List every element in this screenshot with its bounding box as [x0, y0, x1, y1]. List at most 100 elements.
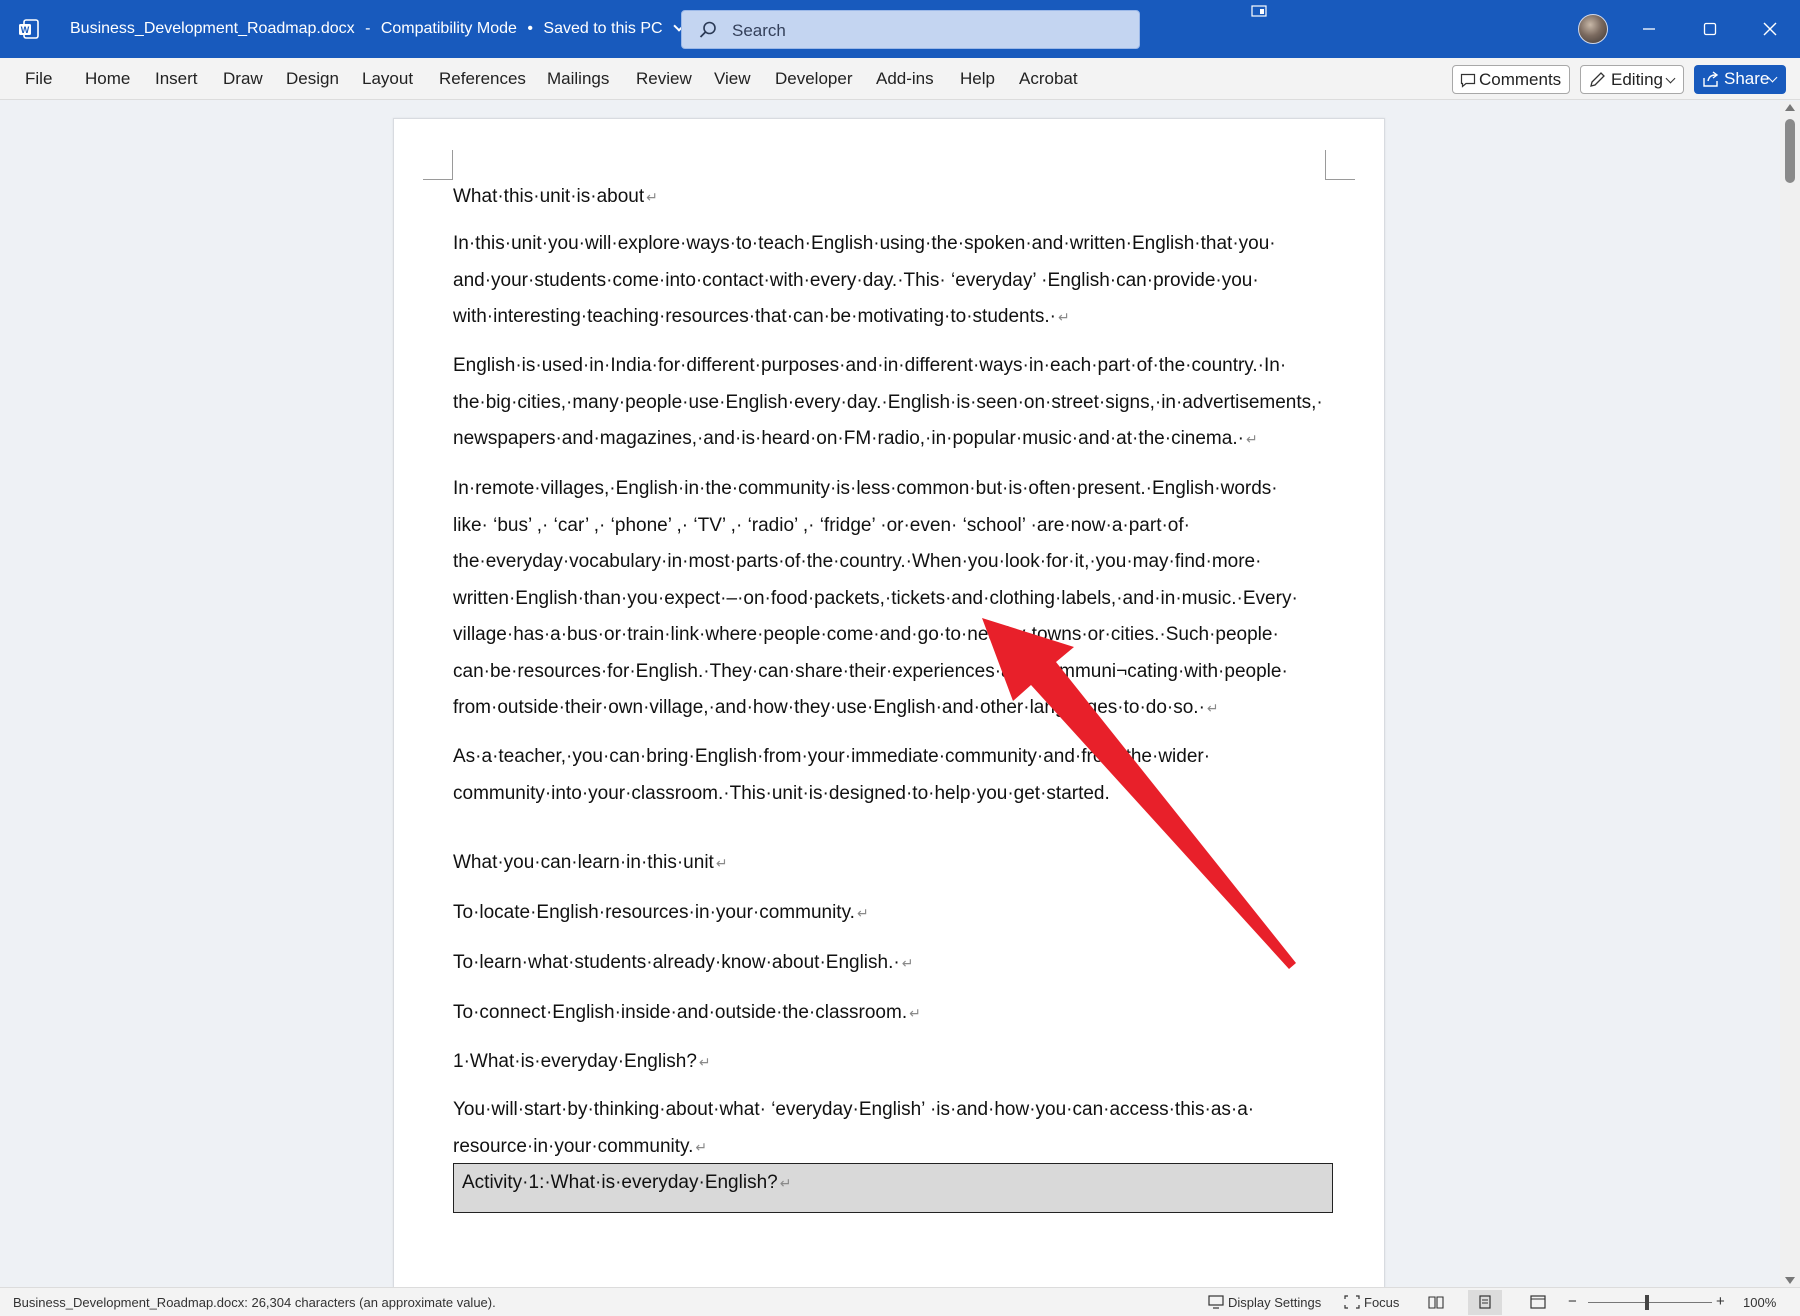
paragraph-mark: ↵ — [715, 855, 728, 871]
paragraph-line: the·big·cities,·many·people·use·English·… — [453, 391, 1323, 413]
maximize-icon — [1703, 22, 1717, 36]
tab-acrobat[interactable]: Acrobat — [1019, 69, 1078, 89]
paragraph-mark: ↵ — [779, 1175, 792, 1191]
paragraph-line: newspapers·and·magazines,·and·is·heard·o… — [453, 428, 1244, 449]
activity-box[interactable]: Activity·1:·What·is·everyday·English? ↵ — [453, 1163, 1333, 1213]
paragraph-4[interactable]: As·a·teacher,·you·can·bring·English·from… — [453, 739, 1210, 812]
title-bar: W Business_Development_Roadmap.docx - Co… — [0, 0, 1800, 58]
ribbon-tabs: File Home Insert Draw Design Layout Refe… — [0, 58, 1800, 100]
document-page[interactable]: What·this·unit·is·about ↵ In·this·unit·yo… — [393, 118, 1385, 1288]
paragraph-3[interactable]: In·remote·villages,·English·in·the·commu… — [453, 471, 1298, 727]
paragraph-mark: ↵ — [901, 955, 914, 971]
heading-text: What·this·unit·is·about — [453, 186, 645, 207]
tab-layout[interactable]: Layout — [362, 69, 413, 89]
paragraph-mark: ↵ — [695, 1138, 708, 1155]
paragraph-line: can·be·resources·for·English.·They·can·s… — [453, 660, 1288, 682]
tab-view[interactable]: View — [714, 69, 751, 89]
word-app-icon: W — [19, 19, 39, 39]
web-layout-icon[interactable] — [1530, 1295, 1546, 1309]
editing-label: Editing — [1611, 70, 1663, 89]
paragraph-line: In·this·unit·you·will·explore·ways·to·te… — [453, 233, 1276, 254]
compatibility-mode: Compatibility Mode — [380, 20, 517, 37]
scroll-down-icon[interactable] — [1785, 1277, 1795, 1284]
paragraph-line: from·outside·their·own·village,·and·how·… — [453, 697, 1205, 718]
crop-mark-left — [423, 150, 453, 180]
share-icon — [1703, 71, 1719, 87]
display-settings-button[interactable]: Display Settings — [1228, 1295, 1321, 1310]
paragraph-1[interactable]: In·this·unit·you·will·explore·ways·to·te… — [453, 226, 1276, 336]
paragraph-5[interactable]: You·will·start·by·thinking·about·what· ‘… — [453, 1092, 1254, 1165]
scroll-up-icon[interactable] — [1785, 104, 1795, 111]
tab-home[interactable]: Home — [85, 69, 130, 89]
svg-text:W: W — [21, 25, 30, 35]
paragraph-line: resource·in·your·community. — [453, 1135, 694, 1157]
tab-references[interactable]: References — [439, 69, 526, 89]
chevron-down-icon — [1665, 73, 1676, 84]
tab-review[interactable]: Review — [636, 69, 692, 89]
paragraph-line: As·a·teacher,·you·can·bring·English·from… — [453, 746, 1211, 767]
objective-text: To·locate·English·resources·in·your·comm… — [453, 902, 855, 923]
editing-mode-button[interactable]: Editing — [1580, 65, 1684, 94]
zoom-out-button[interactable]: − — [1568, 1293, 1577, 1310]
paragraph-line: the·everyday·vocabulary·in·most·parts·of… — [453, 551, 1262, 572]
objective-item[interactable]: To·learn·what·students·already·know·abou… — [453, 945, 913, 982]
search-box[interactable]: Search — [681, 10, 1140, 49]
paragraph-mark: ↵ — [1245, 431, 1258, 447]
scrollbar-thumb[interactable] — [1785, 119, 1795, 183]
section-heading[interactable]: 1·What·is·everyday·English? ↵ — [453, 1044, 711, 1081]
objective-item[interactable]: To·connect·English·inside·and·outside·th… — [453, 995, 921, 1032]
paragraph-mark: ↵ — [856, 905, 869, 921]
objective-item[interactable]: To·locate·English·resources·in·your·comm… — [453, 895, 869, 932]
crop-mark-right — [1325, 150, 1355, 180]
title-bullet: • — [527, 20, 533, 37]
read-mode-icon[interactable] — [1428, 1295, 1444, 1309]
activity-title: Activity·1:·What·is·everyday·English? — [462, 1172, 778, 1193]
paragraph-line: community·into·your·classroom.·This·unit… — [453, 782, 1110, 804]
heading-text: 1·What·is·everyday·English? — [453, 1051, 697, 1072]
tab-add-ins[interactable]: Add-ins — [876, 69, 934, 89]
heading-text: What·you·can·learn·in·this·unit — [453, 852, 714, 873]
tab-mailings[interactable]: Mailings — [547, 69, 609, 89]
maximize-button[interactable] — [1681, 0, 1739, 58]
tab-draw[interactable]: Draw — [223, 69, 263, 89]
minimize-button[interactable] — [1620, 0, 1678, 58]
paragraph-mark: ↵ — [909, 1005, 921, 1021]
zoom-slider-thumb[interactable] — [1645, 1295, 1649, 1310]
section-heading[interactable]: What·you·can·learn·in·this·unit ↵ — [453, 845, 728, 882]
paragraph-2[interactable]: English·is·used·in·India·for·different·p… — [453, 348, 1323, 458]
vertical-scrollbar[interactable] — [1780, 101, 1800, 1287]
status-bar: Business_Development_Roadmap.docx: 26,30… — [0, 1287, 1800, 1316]
paragraph-mark: ↵ — [698, 1054, 711, 1070]
share-button[interactable]: Share — [1694, 65, 1786, 94]
search-icon — [699, 21, 716, 38]
objective-text: To·connect·English·inside·and·outside·th… — [453, 1002, 908, 1023]
tab-developer[interactable]: Developer — [775, 69, 853, 89]
user-avatar[interactable] — [1578, 14, 1608, 44]
display-settings-icon — [1208, 1295, 1224, 1309]
paragraph-line: like· ‘bus’ ,· ‘car’ ,· ‘phone’ ,· ‘TV’ … — [453, 514, 1190, 536]
zoom-level[interactable]: 100% — [1743, 1295, 1776, 1310]
paragraph-mark: ↵ — [1206, 700, 1219, 716]
print-layout-button[interactable] — [1468, 1290, 1502, 1315]
pencil-icon — [1590, 72, 1605, 87]
comments-button[interactable]: Comments — [1452, 65, 1570, 94]
zoom-in-button[interactable]: + — [1716, 1293, 1725, 1310]
section-heading[interactable]: What·this·unit·is·about ↵ — [453, 179, 658, 216]
paragraph-line: village·has·a·bus·or·train·link·where·pe… — [453, 624, 1279, 645]
document-statistics[interactable]: Business_Development_Roadmap.docx: 26,30… — [13, 1295, 496, 1310]
tab-design[interactable]: Design — [286, 69, 339, 89]
document-title[interactable]: Business_Development_Roadmap.docx - Comp… — [70, 20, 685, 38]
zoom-slider-track[interactable] — [1588, 1302, 1712, 1303]
minimize-icon — [1643, 28, 1655, 30]
tab-help[interactable]: Help — [960, 69, 995, 89]
close-button[interactable] — [1741, 0, 1799, 58]
tab-insert[interactable]: Insert — [155, 69, 198, 89]
ribbon-display-options-icon[interactable] — [1251, 5, 1267, 19]
focus-button[interactable]: Focus — [1364, 1295, 1399, 1310]
tab-file[interactable]: File — [25, 69, 52, 89]
close-icon — [1763, 22, 1777, 36]
comments-label: Comments — [1479, 70, 1562, 89]
search-placeholder: Search — [732, 21, 786, 40]
print-layout-icon — [1479, 1295, 1491, 1309]
title-separator: - — [365, 20, 371, 37]
